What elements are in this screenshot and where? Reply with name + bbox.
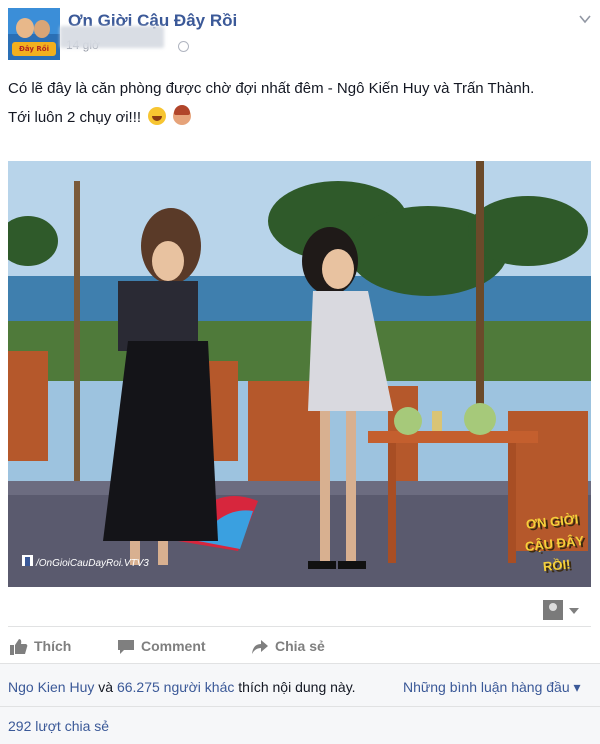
comments-filter-dropdown[interactable]: Những bình luận hàng đầu ▾	[403, 679, 581, 696]
post-card: Đây Rồi Ơn Giời Cậu Đây Rồi 14 giờ Có lẽ…	[0, 0, 600, 744]
likes-suffix: thích nội dung này.	[234, 679, 356, 695]
liker-name-link[interactable]: Ngo Kien Huy	[8, 679, 94, 695]
laughing-tears-emoji-icon	[148, 107, 167, 125]
likes-conjunction: và	[94, 679, 117, 695]
comment-label: Comment	[141, 638, 206, 654]
page-avatar[interactable]: Đây Rồi	[8, 8, 60, 60]
likes-summary: Ngo Kien Huy và 66.275 người khác thích …	[8, 679, 356, 695]
caret-down-icon: ▾	[573, 679, 581, 695]
divider	[0, 706, 600, 707]
audience-selector[interactable]	[543, 600, 583, 620]
divider	[8, 626, 591, 627]
caret-down-icon	[569, 608, 579, 614]
share-label: Chia sẻ	[275, 638, 325, 654]
post-text-line: Tới luôn 2 chụy ơi!!!	[8, 109, 142, 126]
share-arrow-icon	[252, 640, 268, 654]
post-text-line-with-emoji: Tới luôn 2 chụy ơi!!!	[8, 105, 588, 129]
audience-avatar-icon	[543, 600, 563, 620]
post-text: Có lẽ đây là căn phòng được chờ đợi nhất…	[8, 78, 588, 136]
chevron-down-icon[interactable]	[578, 12, 592, 26]
thumbs-up-icon	[10, 639, 28, 655]
post-photo[interactable]: /OnGioiCauDayRoi.VTV3 ƠN GIỜI CẬU ĐÂY RỒ…	[8, 161, 591, 587]
shares-count-link[interactable]: 292 lượt chia sẻ	[8, 718, 109, 734]
post-footer: Ngo Kien Huy và 66.275 người khác thích …	[0, 663, 600, 744]
speech-bubble-icon	[118, 640, 134, 654]
woman-gesture-emoji-icon	[173, 105, 192, 125]
stage-scene-illustration	[8, 161, 591, 587]
photo-watermark: /OnGioiCauDayRoi.VTV3	[36, 558, 149, 569]
globe-icon	[178, 41, 189, 52]
others-count-link[interactable]: 66.275 người khác	[117, 679, 234, 695]
post-text-line: Có lẽ đây là căn phòng được chờ đợi nhất…	[8, 80, 535, 97]
comments-filter-label: Những bình luận hàng đầu	[403, 679, 570, 695]
avatar-logo-text: Đây Rồi	[12, 42, 56, 56]
redacted-overlay	[60, 26, 164, 48]
like-label: Thích	[34, 638, 72, 654]
show-logo: ƠN GIỜI CẬU ĐÂY RỒI!	[515, 507, 591, 580]
show-logo-line2: CẬU ĐÂY RỒI!	[524, 532, 585, 575]
